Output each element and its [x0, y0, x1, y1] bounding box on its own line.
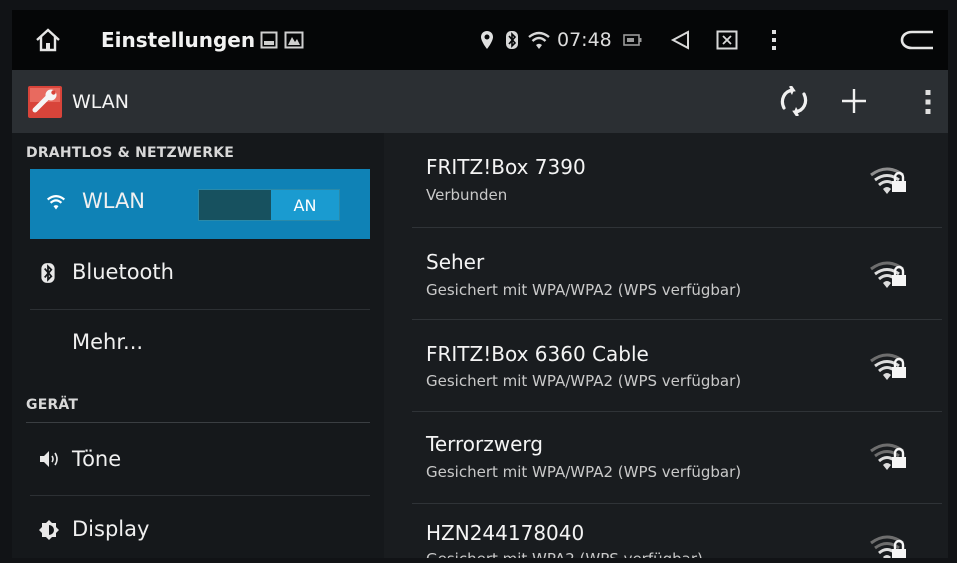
- sidebar-item-label: WLAN: [82, 189, 146, 213]
- back-icon[interactable]: [900, 10, 934, 70]
- bluetooth-icon: [505, 10, 519, 70]
- status-time: 07:48: [557, 29, 612, 51]
- wlan-toggle[interactable]: AN: [198, 189, 340, 221]
- sidebar-item-label: Display: [72, 517, 150, 541]
- close-box-icon[interactable]: [716, 10, 738, 70]
- sidebar-item-label: Töne: [72, 447, 122, 471]
- network-item[interactable]: FRITZ!Box 7390 Verbunden: [384, 133, 948, 227]
- network-item[interactable]: HZN244178040 Gesichert mit WPA2 (WPS ver…: [384, 504, 948, 558]
- speaker-icon: [38, 449, 62, 469]
- wifi-network-list: FRITZ!Box 7390 Verbunden Seher Gesichert…: [384, 133, 948, 558]
- brightness-icon: [38, 519, 60, 541]
- network-status: Gesichert mit WPA/WPA2 (WPS verfügbar): [426, 372, 742, 390]
- overflow-menu-icon[interactable]: [770, 10, 778, 70]
- sidebar-item-bluetooth[interactable]: Bluetooth: [30, 239, 370, 309]
- wifi-lock-icon: [870, 443, 910, 475]
- add-icon[interactable]: [840, 87, 868, 115]
- status-title: Einstellungen: [101, 28, 256, 52]
- wps-icon[interactable]: [778, 86, 810, 116]
- screenshot-icon: [260, 10, 278, 70]
- section-header-device: GERÄT: [26, 397, 79, 413]
- sidebar-item-label: Bluetooth: [72, 260, 174, 284]
- network-status: Gesichert mit WPA/WPA2 (WPS verfügbar): [426, 463, 742, 481]
- page-title: WLAN: [72, 90, 130, 113]
- status-bar: Einstellungen 07:48: [12, 10, 948, 70]
- network-item[interactable]: FRITZ!Box 6360 Cable Gesichert mit WPA/W…: [384, 320, 948, 411]
- overflow-menu-icon[interactable]: [924, 89, 932, 115]
- sidebar-item-label: Mehr...: [72, 330, 144, 354]
- wifi-lock-icon: [870, 167, 910, 199]
- bluetooth-icon: [40, 262, 56, 284]
- network-name: Seher: [426, 250, 485, 274]
- network-name: Terrorzwerg: [426, 432, 543, 456]
- toggle-on-label: AN: [271, 190, 339, 220]
- settings-sidebar: DRAHTLOS & NETZWERKE WLAN AN Bluetooth M…: [12, 133, 384, 558]
- network-status: Verbunden: [426, 186, 508, 204]
- sidebar-item-more[interactable]: Mehr...: [30, 310, 370, 380]
- volume-icon[interactable]: [669, 10, 691, 70]
- wifi-icon: [527, 10, 551, 70]
- sidebar-item-sound[interactable]: Töne: [30, 425, 370, 495]
- sidebar-item-wlan[interactable]: WLAN AN: [30, 169, 370, 239]
- network-name: HZN244178040: [426, 521, 585, 545]
- gallery-icon: [284, 10, 304, 70]
- wifi-lock-icon: [870, 261, 910, 293]
- battery-icon: [623, 10, 643, 70]
- network-status: Gesichert mit WPA2 (WPS verfügbar): [426, 550, 703, 558]
- network-status: Gesichert mit WPA/WPA2 (WPS verfügbar): [426, 281, 742, 299]
- settings-app-icon[interactable]: [28, 86, 62, 118]
- wifi-lock-icon: [870, 535, 910, 558]
- wifi-icon: [46, 193, 66, 211]
- network-item[interactable]: Seher Gesichert mit WPA/WPA2 (WPS verfüg…: [384, 228, 948, 319]
- location-icon: [480, 10, 494, 70]
- section-header-wireless: DRAHTLOS & NETZWERKE: [26, 145, 235, 161]
- network-item[interactable]: Terrorzwerg Gesichert mit WPA/WPA2 (WPS …: [384, 412, 948, 503]
- network-name: FRITZ!Box 6360 Cable: [426, 342, 649, 366]
- action-bar: WLAN: [12, 70, 948, 133]
- network-name: FRITZ!Box 7390: [426, 155, 586, 179]
- section-divider: [26, 422, 370, 423]
- sidebar-item-display[interactable]: Display: [30, 496, 370, 558]
- home-icon[interactable]: [34, 10, 62, 70]
- wifi-lock-icon: [870, 353, 910, 385]
- settings-screen: Einstellungen 07:48 WLAN DRAHTLOS & NETZ…: [12, 10, 948, 558]
